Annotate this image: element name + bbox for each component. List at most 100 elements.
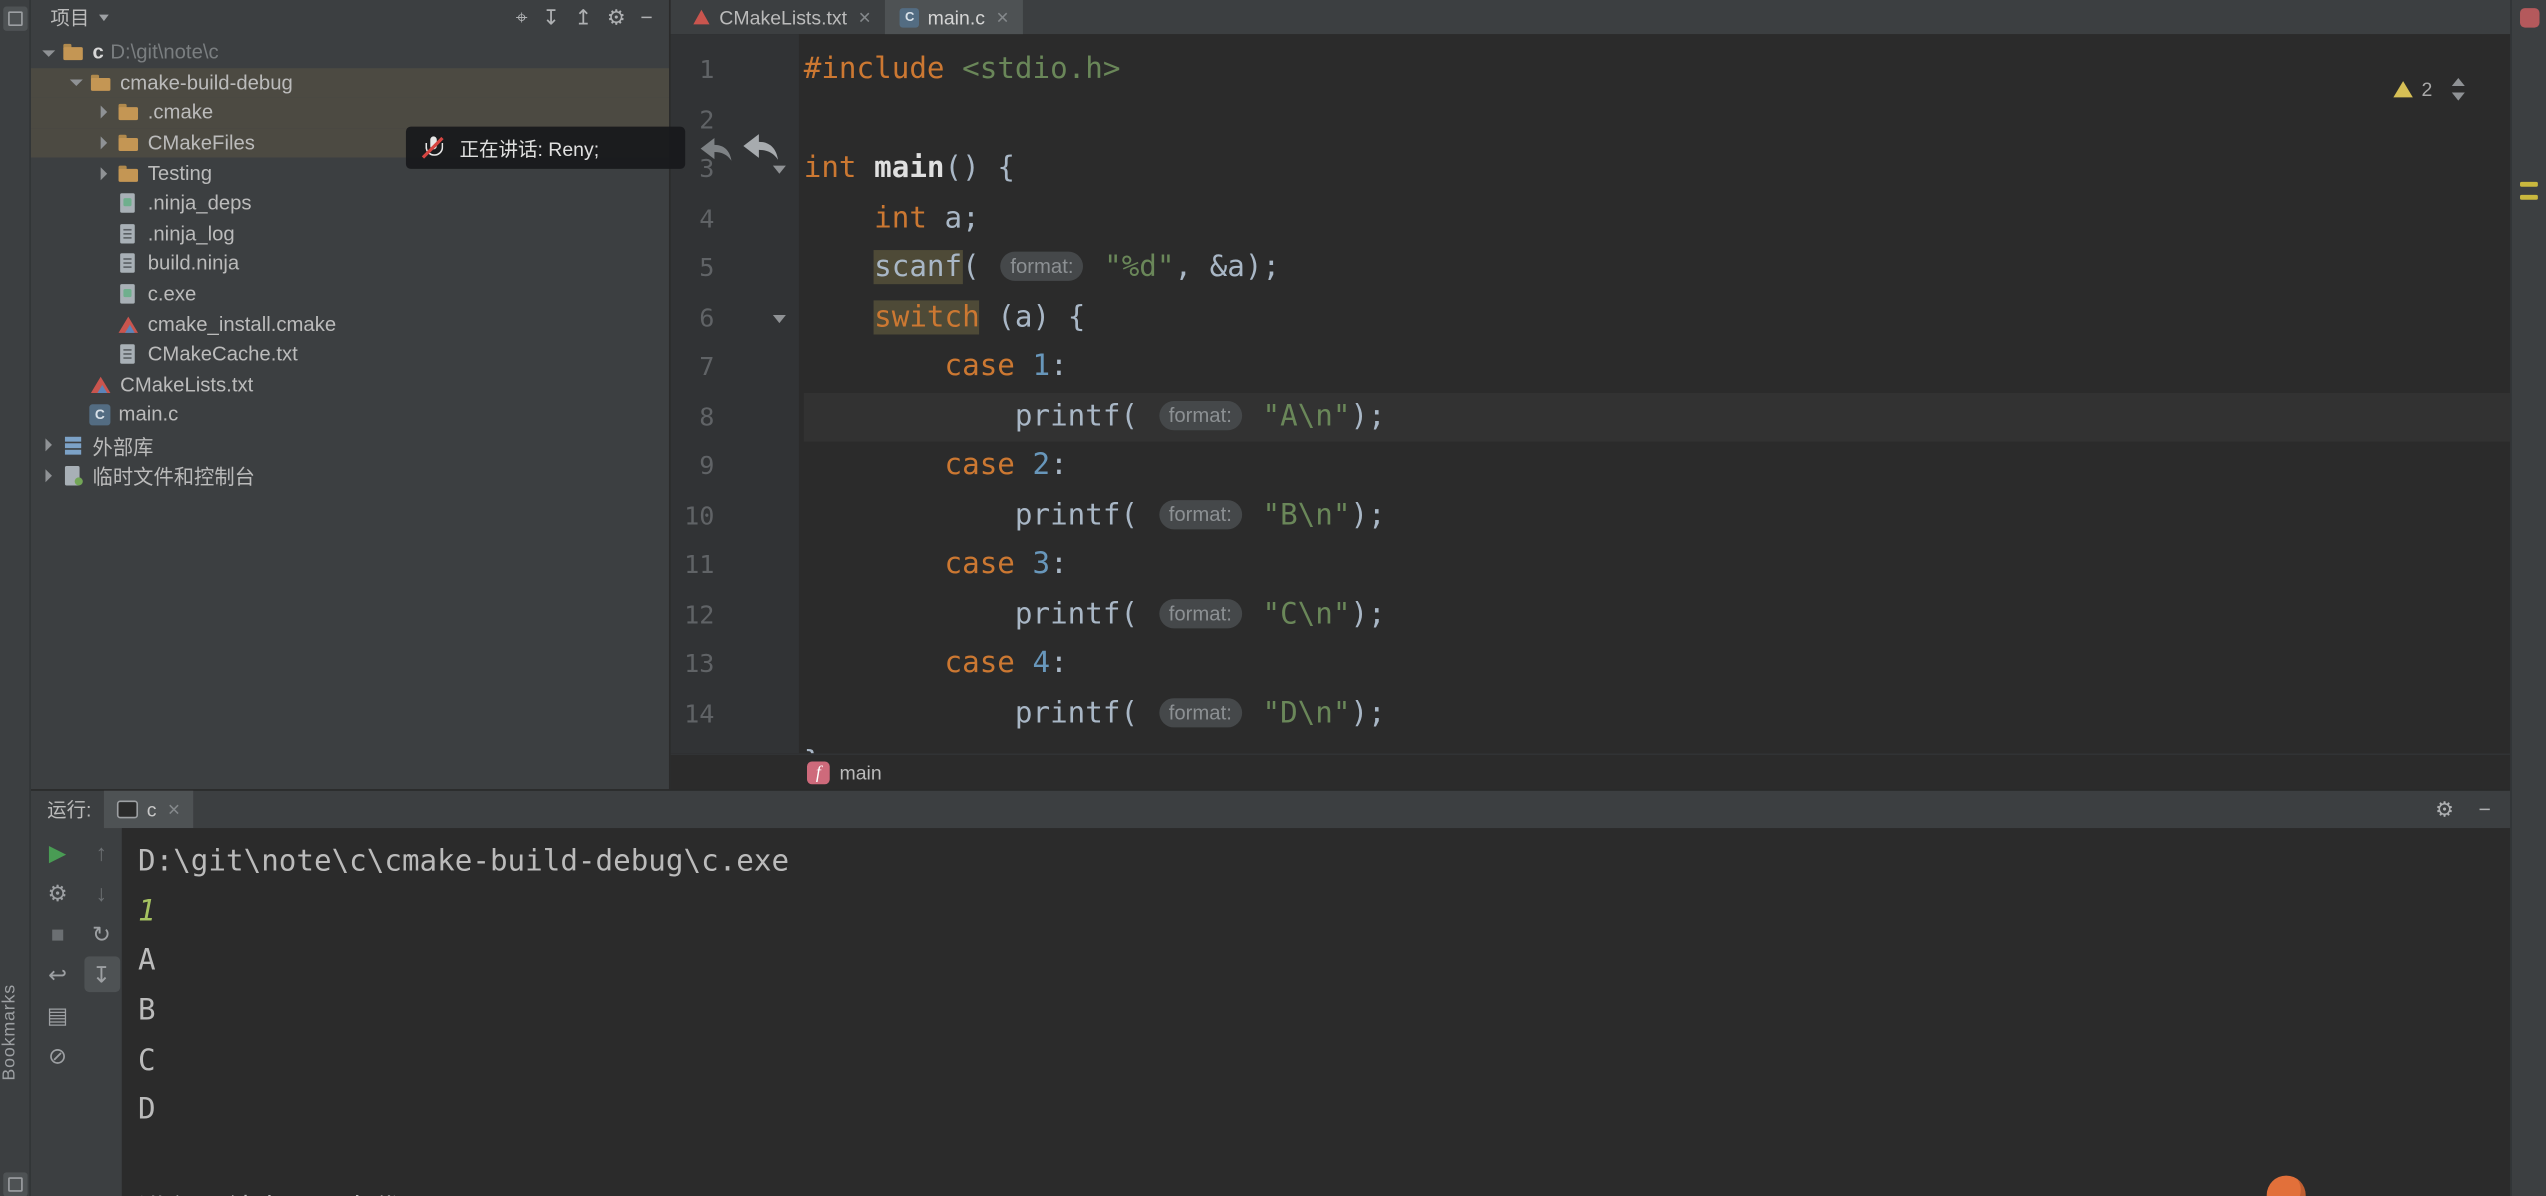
minimize-icon[interactable]: − bbox=[2478, 792, 2490, 826]
chevron-spacer bbox=[96, 345, 114, 363]
code-line-9[interactable]: case 2: bbox=[804, 442, 2511, 492]
tree-item-cmake_install.cmake[interactable]: cmake_install.cmake bbox=[31, 309, 669, 339]
tree-item-label: 外部库 bbox=[93, 429, 154, 460]
chevron-right-icon[interactable] bbox=[96, 104, 114, 122]
tab-main.c[interactable]: Cmain.c × bbox=[885, 0, 1023, 34]
chevron-right-icon[interactable] bbox=[96, 164, 114, 182]
prev-issue-chevron-icon[interactable] bbox=[2452, 78, 2465, 86]
voice-overlay-text: 正在讲话: Reny; bbox=[460, 134, 600, 162]
stop-button[interactable]: ■ bbox=[40, 916, 76, 952]
project-tree[interactable]: c D:\git\note\ccmake-build-debug.cmake CM… bbox=[31, 34, 669, 490]
tree-item-.ninja_log[interactable]: .ninja_log bbox=[31, 218, 669, 248]
tree-item-item-14[interactable]: 临时文件和控制台 bbox=[31, 460, 669, 490]
tree-item-label: build.ninja bbox=[148, 252, 239, 275]
fold-chevron-icon[interactable] bbox=[773, 314, 786, 322]
bookmarks-stripe-button[interactable]: Bookmarks bbox=[0, 984, 31, 1081]
tree-item-.ninja_deps[interactable]: .ninja_deps bbox=[31, 188, 669, 218]
project-stripe-button[interactable] bbox=[2, 6, 26, 30]
gutter-line-5: 5 bbox=[671, 244, 799, 294]
chevron-down-icon[interactable] bbox=[41, 44, 59, 62]
project-panel-toolbar: ⌖ ↧ ↥ ⚙− bbox=[516, 0, 653, 34]
restore-button[interactable]: ↻ bbox=[84, 916, 120, 952]
settings-icon[interactable]: ⚙ bbox=[607, 0, 626, 34]
code-line-12[interactable]: printf( format: "C\n"); bbox=[804, 590, 2511, 640]
gutter-line-14: 14 bbox=[671, 689, 799, 739]
code-line-14[interactable]: printf( format: "D\n"); bbox=[804, 689, 2511, 739]
tree-item-.cmake[interactable]: .cmake bbox=[31, 98, 669, 128]
run-tab-label: c bbox=[147, 798, 157, 821]
tree-item-item-13[interactable]: 外部库 bbox=[31, 430, 669, 460]
clear-button[interactable]: ⊘ bbox=[40, 1038, 76, 1074]
rerun-button[interactable]: ▶ bbox=[40, 835, 76, 871]
code-line-1[interactable]: #include <stdio.h> bbox=[804, 45, 2511, 95]
tree-item-cmakelists.txt[interactable]: CMakeLists.txt bbox=[31, 369, 669, 399]
chevron-right-icon[interactable] bbox=[41, 436, 59, 454]
code-line-8[interactable]: printf( format: "A\n"); bbox=[804, 392, 2511, 442]
print-button[interactable]: ▤ bbox=[40, 997, 76, 1033]
hide-icon[interactable]: − bbox=[640, 0, 652, 34]
warning-stripe-mark[interactable] bbox=[2520, 195, 2538, 200]
clion-window: Bookmarks 项目 ⌖↧↥⚙− c D:\git\note\ccmake-… bbox=[0, 0, 2546, 1196]
tree-item-c.exe[interactable]: c.exe bbox=[31, 279, 669, 309]
code-line-11[interactable]: case 3: bbox=[804, 541, 2511, 591]
chevron-down-icon[interactable] bbox=[68, 74, 86, 92]
code-line-15[interactable]: } bbox=[804, 739, 2511, 754]
tab-cmakelists.txt[interactable]: CMakeLists.txt× bbox=[677, 0, 885, 34]
console-output[interactable]: D:\git\note\c\cmake-build-debug\c.exe1AB… bbox=[122, 828, 2510, 1196]
warning-icon bbox=[2394, 81, 2413, 97]
chevron-spacer bbox=[96, 255, 114, 273]
inspections-widget[interactable]: 2 bbox=[2394, 78, 2465, 101]
tree-item-cmake-build-debug[interactable]: cmake-build-debug bbox=[31, 68, 669, 98]
text-icon bbox=[117, 252, 140, 275]
locate-icon[interactable]: ⌖ bbox=[516, 0, 528, 34]
chevron-spacer bbox=[68, 406, 86, 424]
chevron-right-icon[interactable] bbox=[96, 134, 114, 152]
breadcrumb-item[interactable]: main bbox=[839, 761, 881, 784]
tree-item-cmakecache.txt[interactable]: CMakeCache.txt bbox=[31, 339, 669, 369]
chevron-down-icon[interactable] bbox=[99, 14, 109, 20]
run-tool-window: 运行: c × ⚙ − ▶⚙■↩▤⊘ ↑↓↻↧ D:\git\note\c\cm… bbox=[31, 789, 2510, 1196]
scroll-from-source-icon[interactable]: ↧ bbox=[542, 0, 560, 34]
binary-icon bbox=[117, 283, 140, 306]
inspection-nav bbox=[2452, 78, 2465, 101]
settings-button[interactable]: ⚙ bbox=[40, 875, 76, 911]
line-number: 7 bbox=[671, 343, 715, 393]
warning-stripe-mark[interactable] bbox=[2520, 182, 2538, 187]
code-line-7[interactable]: case 1: bbox=[804, 343, 2511, 393]
tree-item-label: 临时文件和控制台 bbox=[93, 460, 255, 491]
cfile-file-icon: C bbox=[900, 7, 919, 26]
code-line-3[interactable]: int main() { bbox=[804, 145, 2511, 195]
notifications-icon[interactable] bbox=[2519, 8, 2538, 27]
code-line-5[interactable]: scanf( format: "%d", &a); bbox=[804, 244, 2511, 294]
tree-item-main.c[interactable]: Cmain.c bbox=[31, 400, 669, 430]
close-icon[interactable]: × bbox=[858, 5, 870, 29]
soft-wrap-button[interactable]: ↩ bbox=[40, 956, 76, 992]
close-icon[interactable]: × bbox=[996, 5, 1008, 29]
tree-item-label: CMakeFiles bbox=[148, 132, 255, 155]
code-area[interactable]: #include <stdio.h> int main() { int a; s… bbox=[799, 34, 2510, 753]
settings-gear-icon[interactable]: ⚙ bbox=[2435, 792, 2454, 826]
overlay-forward-arrow-icon[interactable] bbox=[739, 125, 783, 169]
up-button[interactable]: ↑ bbox=[84, 835, 120, 871]
code-line-6[interactable]: switch (a) { bbox=[804, 293, 2511, 343]
bottom-stripe-button[interactable] bbox=[3, 1172, 27, 1196]
code-line-2[interactable] bbox=[804, 95, 2511, 145]
scroll-to-end-button[interactable]: ↧ bbox=[84, 956, 120, 992]
tree-item-build.ninja[interactable]: build.ninja bbox=[31, 249, 669, 279]
next-issue-chevron-icon[interactable] bbox=[2452, 93, 2465, 101]
project-panel-title[interactable]: 项目 bbox=[50, 3, 89, 31]
tab-label: main.c bbox=[928, 6, 985, 29]
down-button[interactable]: ↓ bbox=[84, 875, 120, 911]
code-line-10[interactable]: printf( format: "B\n"); bbox=[804, 491, 2511, 541]
tree-item-c[interactable]: c D:\git\note\c bbox=[31, 37, 669, 67]
code-line-4[interactable]: int a; bbox=[804, 194, 2511, 244]
overlay-back-arrow-icon[interactable] bbox=[697, 130, 736, 169]
collapse-all-icon[interactable]: ↥ bbox=[575, 0, 593, 34]
chevron-right-icon[interactable] bbox=[41, 466, 59, 484]
tree-item-label: c bbox=[93, 41, 104, 64]
run-tab-c[interactable]: c × bbox=[104, 791, 193, 828]
gutter-line-12: 12 bbox=[671, 590, 799, 640]
scratch-icon bbox=[62, 464, 85, 487]
code-line-13[interactable]: case 4: bbox=[804, 640, 2511, 690]
close-icon[interactable]: × bbox=[168, 797, 180, 821]
